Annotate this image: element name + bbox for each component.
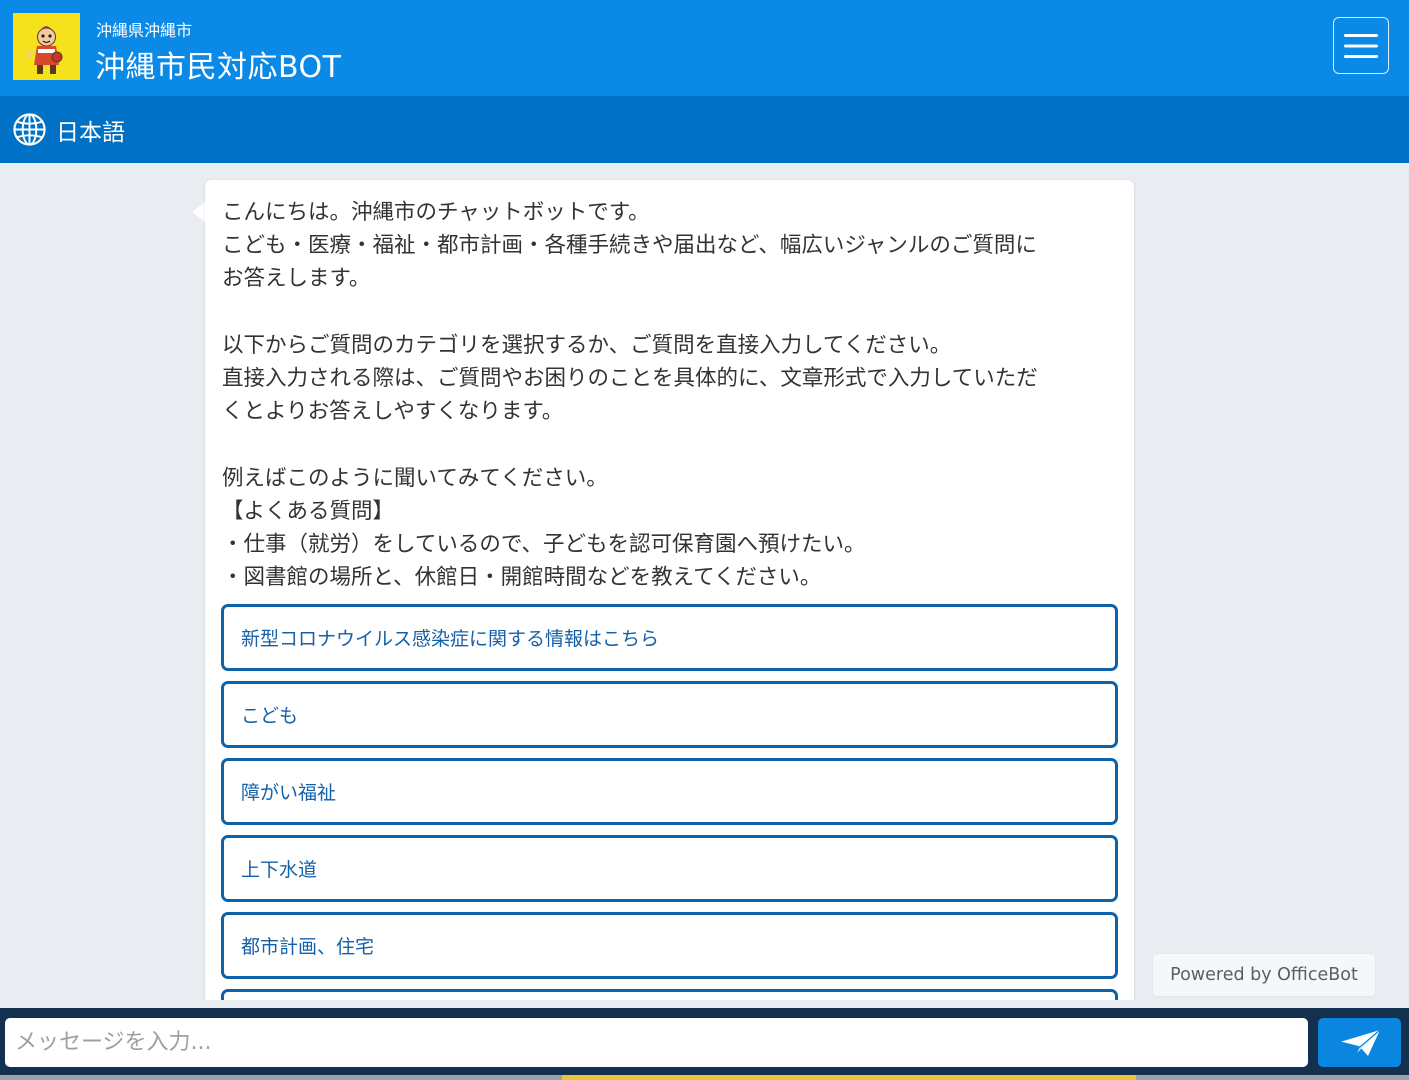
message-input[interactable] [5,1018,1308,1067]
bot-message-bubble: こんにちは。沖縄市のチャットボットです。 こども・医療・福祉・都市計画・各種手続… [205,180,1134,1000]
globe-icon [13,113,46,146]
org-name: 沖縄県沖縄市 [96,21,193,40]
send-button[interactable] [1318,1018,1401,1067]
language-selector[interactable]: 日本語 [12,112,125,147]
option-disability-welfare[interactable]: 障がい福祉 [221,758,1118,825]
option-water-sewer[interactable]: 上下水道 [221,835,1118,902]
category-options: 新型コロナウイルス感染症に関する情報はこちら こども 障がい福祉 上下水道 都市… [221,604,1118,1000]
bubble-tail [192,201,206,223]
option-covid-info[interactable]: 新型コロナウイルス感染症に関する情報はこちら [221,604,1118,671]
option-urban-planning-housing[interactable]: 都市計画、住宅 [221,912,1118,979]
option-partial[interactable] [221,989,1118,1000]
paper-plane-send-icon [1339,1029,1380,1056]
chat-area[interactable]: こんにちは。沖縄市のチャットボットです。 こども・医療・福祉・都市計画・各種手続… [0,163,1409,1000]
background-page-peek [0,1075,1409,1080]
message-input-bar [0,1008,1409,1075]
language-label: 日本語 [56,119,125,146]
hamburger-menu-icon [1344,33,1378,58]
option-children[interactable]: こども [221,681,1118,748]
mascot-logo-icon[interactable] [13,13,80,80]
language-bar: 日本語 [0,96,1409,163]
hamburger-menu-button[interactable] [1333,17,1389,74]
app-header: 沖縄県沖縄市 沖縄市民対応BOT [0,0,1409,96]
page-title: 沖縄市民対応BOT [95,50,342,85]
bot-message-text: こんにちは。沖縄市のチャットボットです。 こども・医療・福祉・都市計画・各種手続… [222,200,1038,591]
powered-by-badge[interactable]: Powered by OfficeBot [1153,954,1375,996]
